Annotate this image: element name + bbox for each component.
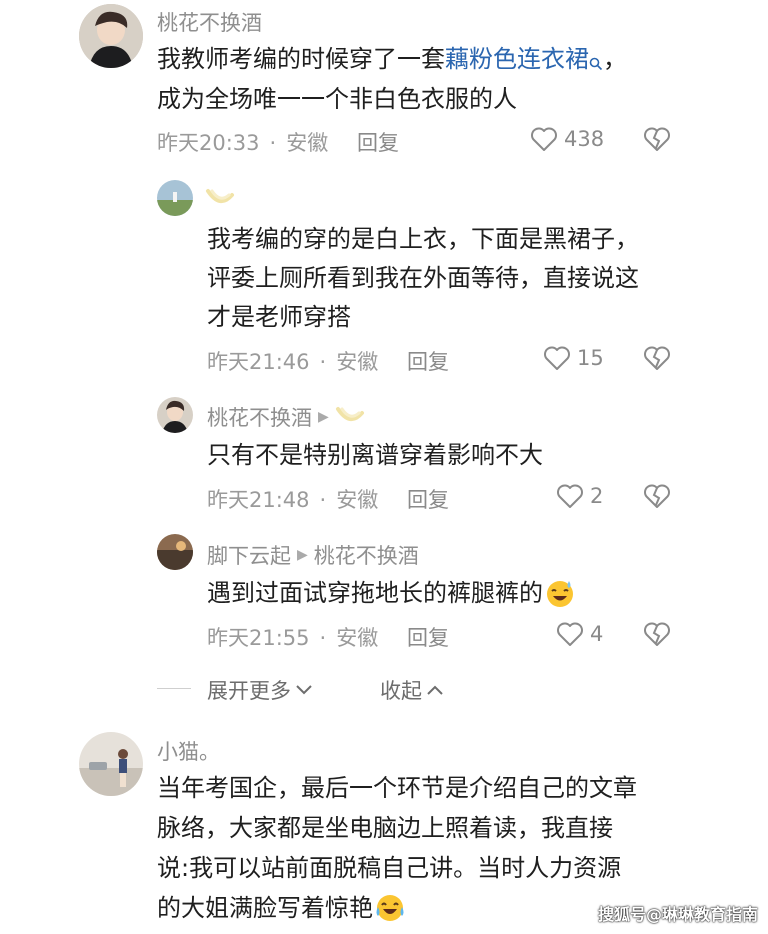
expand-more-button[interactable]: 展开更多 [207,675,313,705]
reply-username-text[interactable]: 脚下云起 [207,540,291,570]
reply-text: 评委上厕所看到我在外面等待，直接说这 [207,264,639,292]
comment-location: 安徽 [286,131,329,155]
comment-time: 昨天20:33 [157,131,260,155]
like-button[interactable]: 15 [543,345,604,371]
comment-username[interactable]: 桃花不换酒 [157,7,262,37]
avatar[interactable] [79,4,143,68]
avatar[interactable] [79,732,143,796]
reply-location: 安徽 [336,488,379,512]
sticker-badge-icon [205,185,235,213]
crying-laugh-emoji [375,893,405,923]
dislike-button[interactable] [643,483,671,513]
expand-more-label: 展开更多 [207,679,291,703]
reply-meta: 昨天21:55 · 安徽 [207,622,378,652]
comment-text: 的大姐满脸写着惊艳 [157,894,373,922]
dislike-button[interactable] [643,345,671,375]
like-count: 2 [590,484,604,508]
reply-text: 遇到过面试穿拖地长的裤腿裤的 [207,579,543,607]
reply-arrow-icon: ▶ [297,547,308,563]
avatar-image [79,4,143,68]
reply-button[interactable]: 回复 [357,127,399,157]
reply-text: 才是老师穿搭 [207,303,351,331]
chevron-down-icon [296,685,312,695]
broken-heart-icon [644,346,670,370]
like-count: 4 [590,622,604,646]
reply-username: 桃花不换酒 ▶ [207,402,365,432]
comment-text: 我教师考编的时候穿了一套 [157,45,445,73]
avatar[interactable] [157,180,193,216]
reply-time: 昨天21:48 [207,488,310,512]
like-button[interactable]: 438 [530,126,604,152]
avatar-image [157,397,193,433]
comment-text: 说:我可以站前面脱稿自己讲。当时人力资源 [157,854,622,882]
separator: · [269,131,277,155]
comment-text: ， [603,45,627,73]
reply-button[interactable]: 回复 [407,622,449,652]
search-icon[interactable] [589,44,603,82]
like-button[interactable]: 2 [556,483,603,509]
like-count: 15 [577,346,604,370]
separator: · [319,488,327,512]
reply-button[interactable]: 回复 [407,346,449,376]
divider [157,688,191,689]
reply-location: 安徽 [336,350,379,374]
avatar-image [157,534,193,570]
sweat-smile-emoji [545,578,575,608]
avatar[interactable] [157,397,193,433]
reply-meta: 昨天21:48 · 安徽 [207,484,378,514]
avatar-image [157,180,193,216]
dislike-button[interactable] [643,621,671,651]
reply-text: 我考编的穿的是白上衣，下面是黑裙子， [207,225,639,253]
heart-outline-icon [544,346,570,370]
comment-text: 脉络，大家都是坐电脑边上照着读，我直接 [157,814,613,842]
like-button[interactable]: 4 [556,621,603,647]
search-link[interactable]: 藕粉色连衣裙 [445,45,589,73]
comment-text: 当年考国企，最后一个环节是介绍自己的文章 [157,774,637,802]
sticker-badge-icon [335,403,365,432]
dislike-button[interactable] [643,126,671,156]
reply-username-text[interactable]: 桃花不换酒 [207,402,312,432]
avatar-image [79,732,143,796]
collapse-label: 收起 [380,679,422,703]
reply-username: 脚下云起 ▶ 桃花不换酒 [207,540,419,570]
avatar[interactable] [157,534,193,570]
heart-outline-icon [557,484,583,508]
reply-meta: 昨天21:46 · 安徽 [207,346,378,376]
comment-text-line: 的大姐满脸写着惊艳 [157,889,405,927]
broken-heart-icon [644,484,670,508]
comment-text: 成为全场唯一一个非白色衣服的人 [157,85,517,113]
reply-to-username[interactable]: 桃花不换酒 [314,540,419,570]
chevron-up-icon [427,685,443,695]
like-count: 438 [564,127,605,151]
comment-meta: 昨天20:33 · 安徽 [157,127,328,157]
broken-heart-icon [644,127,670,151]
collapse-button[interactable]: 收起 [380,675,444,705]
reply-button[interactable]: 回复 [407,484,449,514]
comment-username[interactable]: 小猫。 [157,736,220,766]
reply-location: 安徽 [336,626,379,650]
reply-arrow-icon: ▶ [318,409,329,425]
reply-text-line: 遇到过面试穿拖地长的裤腿裤的 [207,574,575,612]
reply-time: 昨天21:55 [207,626,310,650]
separator: · [319,350,327,374]
broken-heart-icon [644,622,670,646]
heart-outline-icon [531,127,557,151]
watermark: 搜狐号@琳琳教育指南 [598,905,759,924]
reply-text: 只有不是特别离谱穿着影响不大 [207,441,543,469]
heart-outline-icon [557,622,583,646]
comment-text-line: 我教师考编的时候穿了一套藕粉色连衣裙 ， [157,40,627,82]
reply-time: 昨天21:46 [207,350,310,374]
separator: · [319,626,327,650]
